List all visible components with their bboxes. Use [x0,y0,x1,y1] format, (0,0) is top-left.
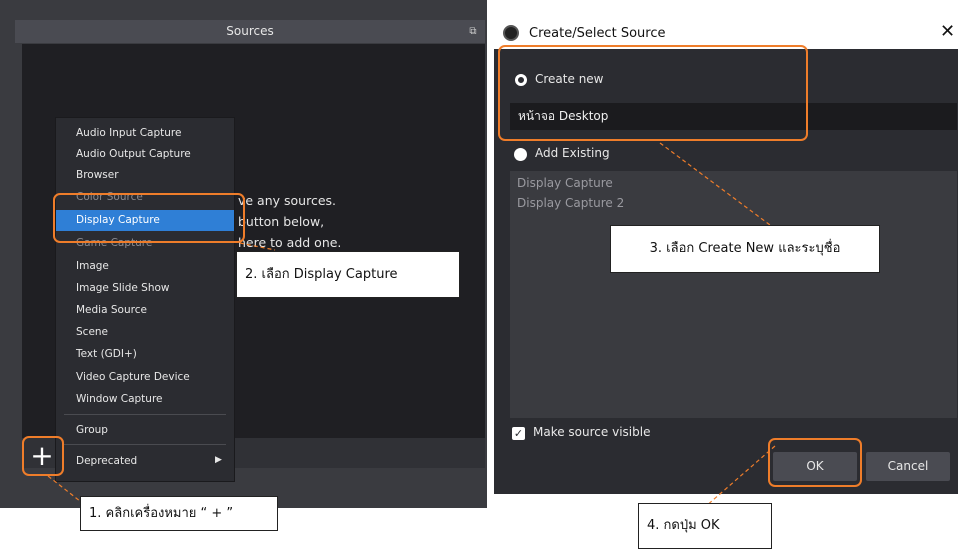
callout-step2: 2. เลือก Display Capture [236,251,460,298]
callout-step4: 4. กดปุ่ม OK [638,503,772,549]
connector-step4 [704,445,776,508]
callout-connectors [47,142,776,508]
callout-step1: 1. คลิกเครื่องหมาย “ + ” [80,496,278,531]
connector-step3 [659,142,771,226]
callout-step3: 3. เลือก Create New และระบุชื่อ [610,225,880,273]
connector-step2 [239,242,276,251]
